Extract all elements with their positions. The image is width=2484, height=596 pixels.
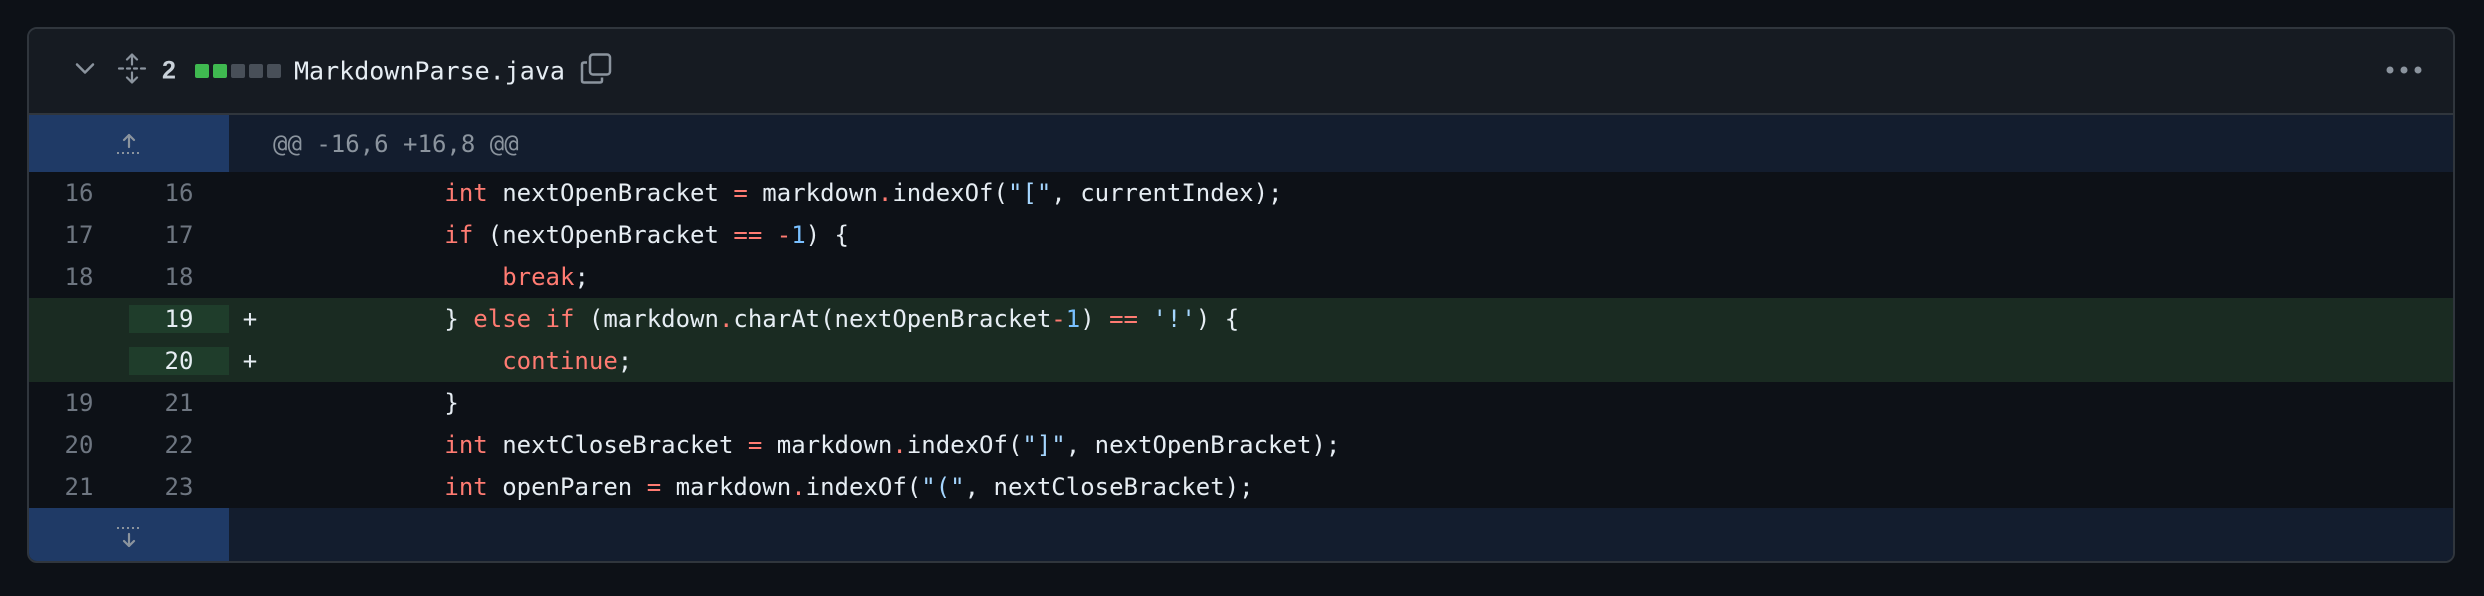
diffstat-block-neutral (267, 64, 281, 78)
code-line: continue; (502, 347, 633, 375)
hunk-footer-row (29, 508, 2453, 561)
change-count: 2 (162, 56, 176, 85)
new-line-number[interactable]: 21 (129, 389, 229, 417)
file-name[interactable]: MarkdownParse.java (294, 57, 565, 86)
old-line-number[interactable]: 21 (29, 473, 129, 501)
expand-up-button[interactable] (29, 115, 229, 172)
diff-line: 20 22 int nextCloseBracket = markdown.in… (29, 424, 2453, 466)
code-line: int openParen = markdown.indexOf("(", ne… (444, 473, 1254, 501)
code-line: int nextCloseBracket = markdown.indexOf(… (444, 431, 1341, 459)
diff-line: 21 23 int openParen = markdown.indexOf("… (29, 466, 2453, 508)
hunk-header-row: @@ -16,6 +16,8 @@ (29, 115, 2453, 172)
new-line-number[interactable]: 23 (129, 473, 229, 501)
diff-line: 19 21 } (29, 382, 2453, 424)
expand-down-button[interactable] (29, 508, 229, 561)
diff-line-added: 19 + } else if (markdown.charAt(nextOpen… (29, 298, 2453, 340)
old-line-number[interactable]: 17 (29, 221, 129, 249)
file-header: 2 MarkdownParse.java (29, 29, 2453, 115)
more-options-icon[interactable] (2385, 62, 2423, 80)
old-line-number[interactable]: 19 (29, 389, 129, 417)
old-line-number[interactable]: 18 (29, 263, 129, 291)
code-line: } (444, 389, 459, 417)
new-line-number[interactable]: 20 (129, 347, 229, 375)
diffstat-block-neutral (249, 64, 263, 78)
old-line-number[interactable]: 16 (29, 179, 129, 207)
code-line: int nextOpenBracket = markdown.indexOf("… (444, 179, 1283, 207)
collapse-chevron-icon[interactable] (73, 57, 97, 86)
expand-up-icon (117, 133, 141, 154)
diff-line: 16 16 int nextOpenBracket = markdown.ind… (29, 172, 2453, 214)
code-line: } else if (markdown.charAt(nextOpenBrack… (444, 305, 1240, 333)
diff-line-added: 20 + continue; (29, 340, 2453, 382)
new-line-number[interactable]: 19 (129, 305, 229, 333)
new-line-number[interactable]: 18 (129, 263, 229, 291)
diff-line: 18 18 break; (29, 256, 2453, 298)
diffstat-block-added (213, 64, 227, 78)
expand-all-icon[interactable] (117, 53, 147, 90)
copy-path-icon[interactable] (579, 52, 613, 91)
new-line-number[interactable]: 22 (129, 431, 229, 459)
old-line-number[interactable]: 20 (29, 431, 129, 459)
new-line-number[interactable]: 16 (129, 179, 229, 207)
diff-line: 17 17 if (nextOpenBracket == -1) { (29, 214, 2453, 256)
diff-marker: + (242, 305, 258, 333)
diffstat-block-added (195, 64, 209, 78)
code-line: break; (502, 263, 589, 291)
diffstat (195, 64, 281, 78)
diffstat-block-neutral (231, 64, 245, 78)
expand-down-icon (117, 526, 141, 547)
new-line-number[interactable]: 17 (129, 221, 229, 249)
diff-marker: + (242, 347, 258, 375)
code-line: if (nextOpenBracket == -1) { (444, 221, 850, 249)
hunk-header: @@ -16,6 +16,8 @@ (273, 129, 519, 158)
diff-file: 2 MarkdownParse.java @@ -16,6 +16,8 @@ 1… (27, 27, 2455, 563)
